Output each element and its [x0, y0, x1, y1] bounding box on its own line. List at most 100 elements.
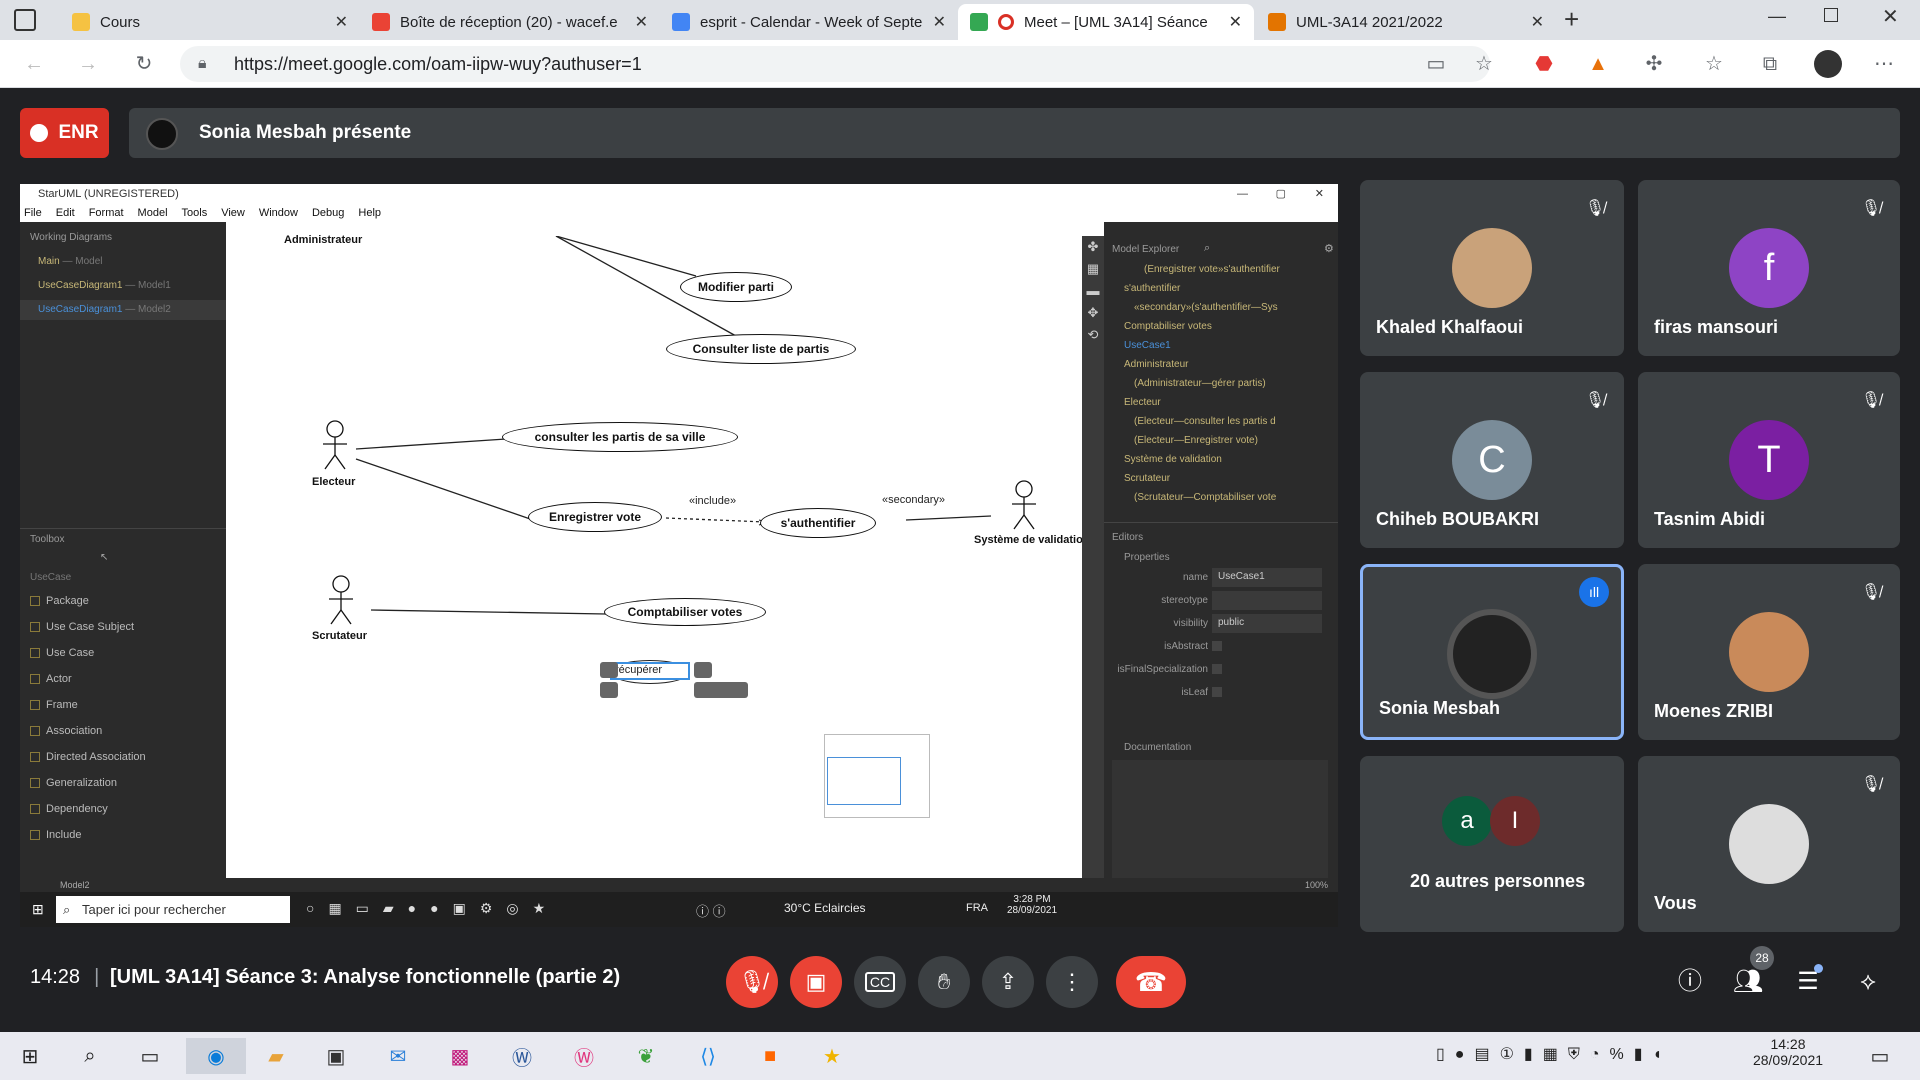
present-icon: ⇪: [998, 969, 1018, 994]
toolbox-item: Package: [30, 588, 180, 614]
chat-notification-dot: [1814, 964, 1823, 973]
collections-icon[interactable]: ⧉: [1756, 50, 1784, 78]
staruml-icon[interactable]: ★: [812, 1038, 852, 1074]
tab-cours[interactable]: Cours ✕: [60, 4, 360, 40]
participant-tile[interactable]: T 🎙︎̸ Tasnim Abidi: [1638, 372, 1900, 548]
webstorm-icon[interactable]: Ⓦ: [564, 1038, 604, 1074]
close-tab-icon[interactable]: ✕: [933, 12, 946, 32]
participant-name: firas mansouri: [1654, 317, 1779, 337]
star-icon[interactable]: ☆: [1470, 50, 1498, 78]
shared-screen: StarUML (UNREGISTERED) — ▢ ✕ File Edit F…: [20, 184, 1338, 927]
staruml-menubar: File Edit Format Model Tools View Window…: [20, 204, 1338, 222]
self-tile[interactable]: 🎙︎̸ Vous: [1638, 756, 1900, 932]
tab-calendar[interactable]: esprit - Calendar - Week of Septe ✕: [660, 4, 958, 40]
favorites-icon[interactable]: ☆: [1700, 50, 1728, 78]
shared-taskbar-apps: ○▦▭▰●●▣⚙◎★: [306, 900, 560, 916]
mic-off-icon: 🎙︎̸: [1584, 392, 1606, 409]
participant-tile[interactable]: 🎙︎̸ Khaled Khalfaoui: [1360, 180, 1624, 356]
speaking-indicator-icon: ıll: [1579, 577, 1609, 607]
shared-help-icons: ⓘ ⓘ: [696, 904, 726, 919]
task-view-icon[interactable]: ▭: [130, 1038, 170, 1074]
edge-icon[interactable]: ◉: [186, 1038, 246, 1074]
windows-start-icon[interactable]: ⊞: [10, 1038, 50, 1074]
tab-meet[interactable]: Meet – [UML 3A14] Séance ✕: [958, 4, 1254, 40]
forward-icon[interactable]: →: [74, 50, 102, 78]
tab-gmail[interactable]: Boîte de réception (20) - wacef.e ✕: [360, 4, 660, 40]
cursor-icon: ↖: [100, 552, 109, 563]
participant-avatar: a: [1442, 796, 1492, 846]
mic-off-icon: 🎙︎̸: [1860, 776, 1882, 793]
info-icon[interactable]: ⓘ: [1672, 964, 1708, 1000]
spring-icon[interactable]: ❦: [626, 1038, 666, 1074]
more-options-button[interactable]: ⋮: [1046, 956, 1098, 1008]
close-tab-icon[interactable]: ✕: [335, 12, 348, 32]
extension-lock-icon[interactable]: ▲: [1584, 50, 1612, 78]
actor-label: Scrutateur: [312, 630, 368, 642]
more-menu-icon[interactable]: ⋯: [1870, 50, 1898, 78]
recording-icon: [998, 14, 1014, 30]
usecase-ellipse: Comptabiliser votes: [604, 598, 766, 626]
store-icon[interactable]: ▣: [316, 1038, 356, 1074]
orange-icon[interactable]: ■: [750, 1038, 790, 1074]
extensions-icon[interactable]: ✣: [1640, 50, 1668, 78]
vscode-icon[interactable]: ⟨⟩: [688, 1038, 728, 1074]
search-icon[interactable]: ⌕: [70, 1038, 110, 1074]
usecase-ellipse: consulter les partis de sa ville: [502, 422, 738, 452]
close-window-icon[interactable]: ✕: [1882, 4, 1899, 29]
word-icon[interactable]: Ⓦ: [502, 1038, 542, 1074]
tab-actions-icon[interactable]: [14, 9, 36, 31]
more-vert-icon: ⋮: [1061, 969, 1083, 994]
present-button[interactable]: ⇪: [982, 956, 1034, 1008]
quickedit-icon: [694, 662, 712, 678]
url-field[interactable]: 🔒︎ https://meet.google.com/oam-iipw-wuy?…: [180, 46, 1490, 82]
shared-taskbar: ⊞ ⌕ Taper ici pour rechercher ○▦▭▰●●▣⚙◎★…: [20, 892, 1338, 927]
wd-item: UseCaseDiagram1 — Model1: [38, 280, 171, 291]
toolbox-section: UseCase: [30, 572, 72, 583]
new-tab-icon[interactable]: +: [1564, 4, 1579, 35]
windows-clock[interactable]: 14:28 28/09/2021: [1748, 1036, 1828, 1068]
mail-icon[interactable]: ✉: [378, 1038, 418, 1074]
participant-tile[interactable]: C 🎙︎̸ Chiheb BOUBAKRI: [1360, 372, 1624, 548]
mic-toggle-button[interactable]: 🎙︎̸: [726, 956, 778, 1008]
close-tab-icon[interactable]: ✕: [1229, 12, 1242, 32]
leave-call-button[interactable]: ☎︎: [1116, 956, 1186, 1008]
left-panel: Working Diagrams Main — Model UseCaseDia…: [20, 222, 226, 892]
menu-model: Model: [137, 207, 168, 219]
menu-window: Window: [258, 207, 298, 219]
mic-off-icon: 🎙︎̸: [1860, 584, 1882, 601]
tab-label: Boîte de réception (20) - wacef.e: [400, 13, 618, 31]
activities-icon[interactable]: ⟡: [1850, 964, 1886, 1000]
camera-toggle-button[interactable]: ▣: [790, 956, 842, 1008]
tab-uml[interactable]: UML-3A14 2021/2022 ✕: [1256, 4, 1556, 40]
close-tab-icon[interactable]: ✕: [635, 12, 648, 32]
others-tile[interactable]: a I 20 autres personnes: [1360, 756, 1624, 932]
working-diagrams-title: Working Diagrams: [30, 232, 113, 243]
recording-badge[interactable]: ENR: [20, 108, 109, 158]
toolbox-item: Dependency: [30, 796, 180, 822]
toolbox-item: Include: [30, 822, 180, 848]
raise-hand-button[interactable]: ✋︎: [918, 956, 970, 1008]
camera-icon[interactable]: ▭: [1422, 50, 1450, 78]
wd-item: Main — Model: [38, 256, 103, 267]
captions-button[interactable]: CC: [854, 956, 906, 1008]
classroom-icon: [1268, 13, 1286, 31]
minimize-icon[interactable]: —: [1768, 6, 1786, 27]
intellij-icon[interactable]: ▩: [440, 1038, 480, 1074]
adblock-icon[interactable]: ⬣: [1530, 50, 1558, 78]
right-panel: Model Explorer ⌕ ⚙ (Enregistrer vote»s'a…: [1104, 222, 1338, 892]
participant-tile-speaking[interactable]: ıll Sonia Mesbah: [1360, 564, 1624, 740]
close-tab-icon[interactable]: ✕: [1531, 12, 1544, 32]
reload-icon[interactable]: ↻: [130, 50, 158, 78]
participant-tile[interactable]: 🎙︎̸ Moenes ZRIBI: [1638, 564, 1900, 740]
maximize-icon[interactable]: [1824, 8, 1838, 22]
status-model: Model2: [60, 880, 90, 890]
profile-avatar[interactable]: [1814, 50, 1842, 78]
presenter-bar: Sonia Mesbah présente: [129, 108, 1900, 158]
system-tray-icons[interactable]: ▯●▤①▮▦⛨◔%▮◖: [1436, 1044, 1672, 1064]
participant-tile[interactable]: f 🎙︎̸ firas mansouri: [1638, 180, 1900, 356]
back-icon[interactable]: ←: [20, 50, 48, 78]
file-explorer-icon[interactable]: ▰: [256, 1038, 296, 1074]
participant-photo: [1452, 228, 1532, 308]
notifications-icon[interactable]: ▭: [1860, 1038, 1900, 1074]
menu-help: Help: [358, 207, 382, 219]
